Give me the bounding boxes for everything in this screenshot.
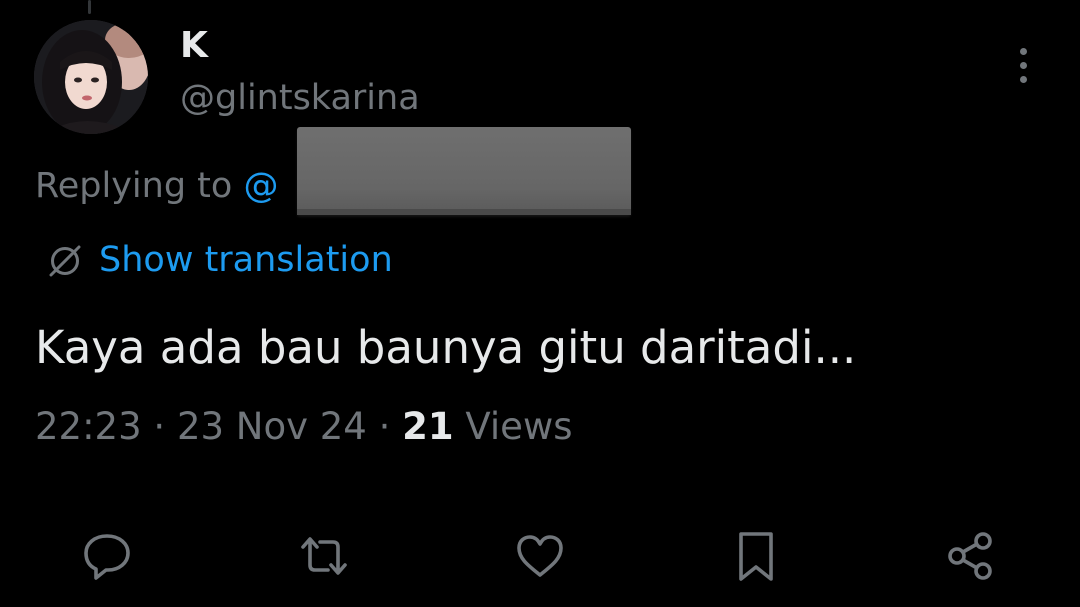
redacted-username-block xyxy=(297,127,631,215)
like-button[interactable] xyxy=(508,524,572,588)
show-translation-button[interactable]: Show translation xyxy=(45,236,393,284)
replying-to-label: Replying to xyxy=(35,166,233,206)
bookmark-icon xyxy=(739,532,773,581)
tweet-action-bar xyxy=(0,520,1080,590)
share-button[interactable] xyxy=(939,524,1003,588)
show-translation-label: Show translation xyxy=(99,240,393,280)
reply-icon xyxy=(84,534,130,580)
retweet-icon xyxy=(301,537,347,575)
more-vertical-icon-dot xyxy=(1020,62,1027,69)
thread-connector-line xyxy=(88,0,91,14)
display-name[interactable]: K xyxy=(180,24,208,68)
tweet-text: Kaya ada bau baunya gitu daritadi... xyxy=(35,321,857,374)
bookmark-button[interactable] xyxy=(724,524,788,588)
translate-icon xyxy=(45,240,85,280)
user-handle[interactable]: @glintskarina xyxy=(180,76,420,120)
more-vertical-icon xyxy=(1020,48,1027,55)
share-icon xyxy=(948,532,992,580)
views-label[interactable]: Views xyxy=(465,405,572,448)
reply-button[interactable] xyxy=(75,524,139,588)
retweet-button[interactable] xyxy=(292,524,356,588)
more-vertical-icon-dot xyxy=(1020,76,1027,83)
like-icon xyxy=(517,535,563,577)
more-options-button[interactable] xyxy=(1004,44,1044,88)
avatar-image xyxy=(34,20,148,134)
tweet-meta: 22:23 · 23 Nov 24 · 21 Views xyxy=(35,403,573,451)
meta-separator: · xyxy=(378,405,391,448)
replying-to-line: Replying to @ xyxy=(35,164,278,208)
tweet-time[interactable]: 22:23 xyxy=(35,405,142,448)
tweet-date[interactable]: 23 Nov 24 xyxy=(177,405,367,448)
meta-separator: · xyxy=(153,405,166,448)
views-count[interactable]: 21 xyxy=(402,405,454,448)
replying-to-mention[interactable]: @ xyxy=(243,166,278,206)
avatar[interactable] xyxy=(34,20,148,134)
